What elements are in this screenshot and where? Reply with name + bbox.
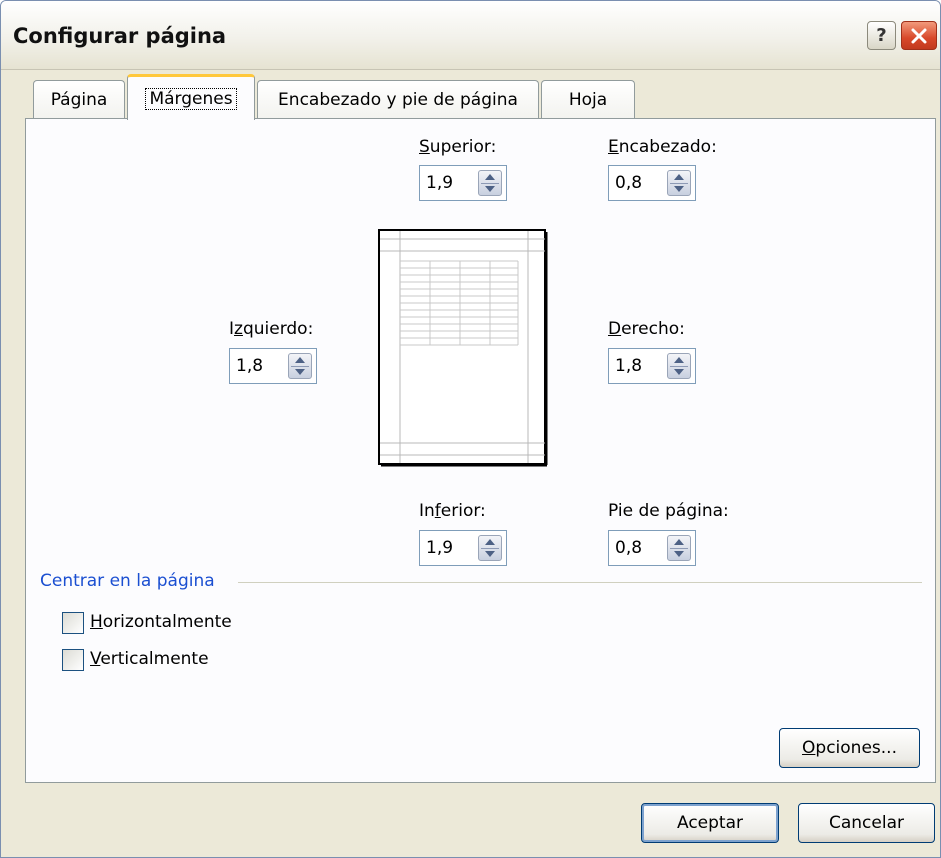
tab-label: Encabezado y pie de página [278,89,518,110]
vertical-checkbox[interactable] [62,649,84,671]
margins-panel: Superior: 1,9 Encabezado: 0,8 Izquierdo:… [25,118,936,783]
horizontal-label[interactable]: Horizontalmente [90,612,232,632]
vertical-label[interactable]: Verticalmente [90,649,209,669]
izquierdo-spinner[interactable]: 1,8 [229,348,317,384]
tab-label: Página [50,89,108,110]
options-button[interactable]: Opciones... [779,728,920,768]
tab-encabezado-pie[interactable]: Encabezado y pie de página [257,80,539,118]
group-divider [238,582,922,583]
spin-arrows-icon[interactable] [667,170,691,196]
close-button[interactable] [901,21,937,50]
tab-margenes[interactable]: Márgenes [127,74,255,120]
cancel-label: Cancelar [829,813,904,833]
help-icon: ? [876,25,887,46]
encabezado-label: Encabezado: [608,137,717,157]
title-bar[interactable]: Configurar página ? [1,1,940,70]
tab-label: Márgenes [145,87,237,110]
pie-pagina-value[interactable]: 0,8 [615,538,642,558]
encabezado-spinner[interactable]: 0,8 [608,165,696,201]
accept-label: Aceptar [677,813,743,833]
derecho-value[interactable]: 1,8 [615,356,642,376]
help-button[interactable]: ? [867,21,896,50]
spin-arrows-icon[interactable] [288,353,312,379]
spin-arrows-icon[interactable] [667,353,691,379]
horizontal-checkbox[interactable] [62,612,84,634]
izquierdo-label: Izquierdo: [229,319,314,339]
cancel-button[interactable]: Cancelar [798,803,935,843]
derecho-spinner[interactable]: 1,8 [608,348,696,384]
options-label: Opciones... [802,738,897,758]
superior-value[interactable]: 1,9 [426,173,453,193]
inferior-label: Inferior: [419,501,486,521]
tab-hoja[interactable]: Hoja [541,80,635,118]
izquierdo-value[interactable]: 1,8 [236,356,263,376]
derecho-label: Derecho: [608,319,685,339]
superior-spinner[interactable]: 1,9 [419,165,507,201]
center-group-title: Centrar en la página [40,571,215,591]
pie-pagina-label: Pie de página: [608,501,729,521]
spin-arrows-icon[interactable] [478,535,502,561]
page-setup-dialog: Configurar página ? Página Márgenes Enca… [0,0,941,858]
page-preview-icon [378,229,548,467]
pie-pagina-spinner[interactable]: 0,8 [608,530,696,566]
superior-label: Superior: [419,137,497,157]
tab-label: Hoja [568,89,608,110]
inferior-spinner[interactable]: 1,9 [419,530,507,566]
spin-arrows-icon[interactable] [667,535,691,561]
accept-button[interactable]: Aceptar [641,803,779,843]
close-icon [911,28,927,43]
inferior-value[interactable]: 1,9 [426,538,453,558]
window-title: Configurar página [13,24,227,48]
encabezado-value[interactable]: 0,8 [615,173,642,193]
tab-pagina[interactable]: Página [33,80,125,118]
spin-arrows-icon[interactable] [478,170,502,196]
